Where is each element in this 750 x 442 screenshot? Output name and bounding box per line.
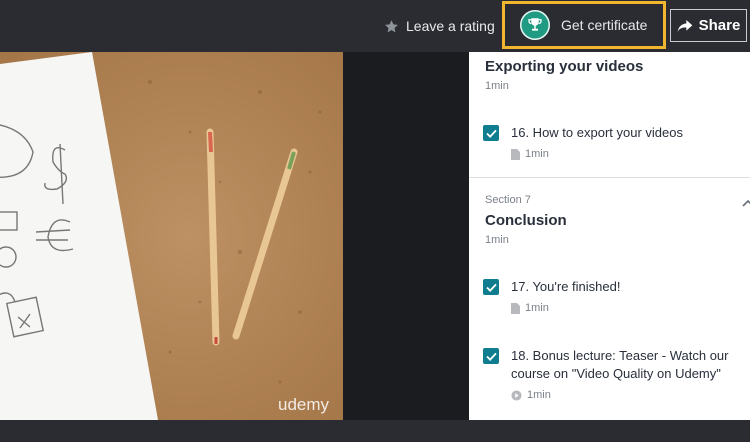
chevron-up-icon[interactable] xyxy=(742,196,750,210)
checkmark-icon xyxy=(485,352,497,361)
get-certificate-button[interactable]: Get certificate xyxy=(502,1,666,49)
share-button[interactable]: Share xyxy=(670,9,747,42)
course-content-sidebar: Exporting your videos 1min 16. How to ex… xyxy=(469,52,750,420)
star-icon xyxy=(385,19,398,32)
lecture-item[interactable]: 17. You're finished! 1min xyxy=(483,279,745,319)
video-frame: udemy xyxy=(0,52,343,420)
play-icon xyxy=(511,389,522,401)
lecture-meta: 1min xyxy=(511,389,551,401)
bottom-bar xyxy=(0,420,750,442)
video-letterbox xyxy=(343,52,469,420)
lecture-title[interactable]: 16. How to export your videos xyxy=(511,124,743,142)
lecture-checkbox[interactable] xyxy=(483,348,499,364)
section-duration: 1min xyxy=(485,80,509,92)
checkmark-icon xyxy=(485,283,497,292)
trophy-icon xyxy=(520,10,550,40)
lecture-meta: 1min xyxy=(511,302,549,314)
section-divider xyxy=(469,177,750,178)
leave-rating-button[interactable]: Leave a rating xyxy=(384,16,495,36)
lecture-checkbox[interactable] xyxy=(483,279,499,295)
lecture-item[interactable]: 16. How to export your videos 1min xyxy=(483,125,745,165)
section-label: Section 7 xyxy=(485,194,531,206)
udemy-watermark: udemy xyxy=(278,395,330,414)
section-title: Conclusion xyxy=(485,212,567,229)
checkmark-icon xyxy=(485,129,497,138)
leave-rating-label: Leave a rating xyxy=(406,18,495,34)
file-icon xyxy=(511,302,520,314)
lecture-title[interactable]: 17. You're finished! xyxy=(511,278,743,296)
share-label: Share xyxy=(698,17,741,34)
top-bar: Leave a rating Get certificate Share xyxy=(0,0,750,52)
video-player[interactable]: udemy xyxy=(0,52,343,420)
get-certificate-label: Get certificate xyxy=(561,17,648,33)
lecture-item[interactable]: 18. Bonus lecture: Teaser - Watch our co… xyxy=(483,348,745,408)
lecture-checkbox[interactable] xyxy=(483,125,499,141)
section-duration: 1min xyxy=(485,234,509,246)
lecture-duration: 1min xyxy=(525,148,549,160)
section-title: Exporting your videos xyxy=(485,58,644,75)
lecture-title[interactable]: 18. Bonus lecture: Teaser - Watch our co… xyxy=(511,347,743,383)
lecture-duration: 1min xyxy=(525,302,549,314)
file-icon xyxy=(511,148,520,160)
lecture-duration: 1min xyxy=(527,389,551,401)
lecture-meta: 1min xyxy=(511,148,549,160)
share-arrow-icon xyxy=(677,19,692,32)
